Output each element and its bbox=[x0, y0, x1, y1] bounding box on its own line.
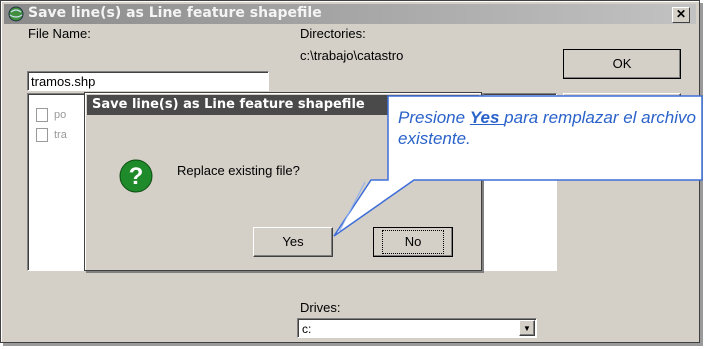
callout-prefix: Presione bbox=[398, 108, 470, 127]
callout-text: Presione Yes para remplazar el archivo e… bbox=[398, 107, 708, 149]
callout-keyword: Yes bbox=[469, 108, 505, 127]
callout-bubble bbox=[333, 95, 703, 237]
